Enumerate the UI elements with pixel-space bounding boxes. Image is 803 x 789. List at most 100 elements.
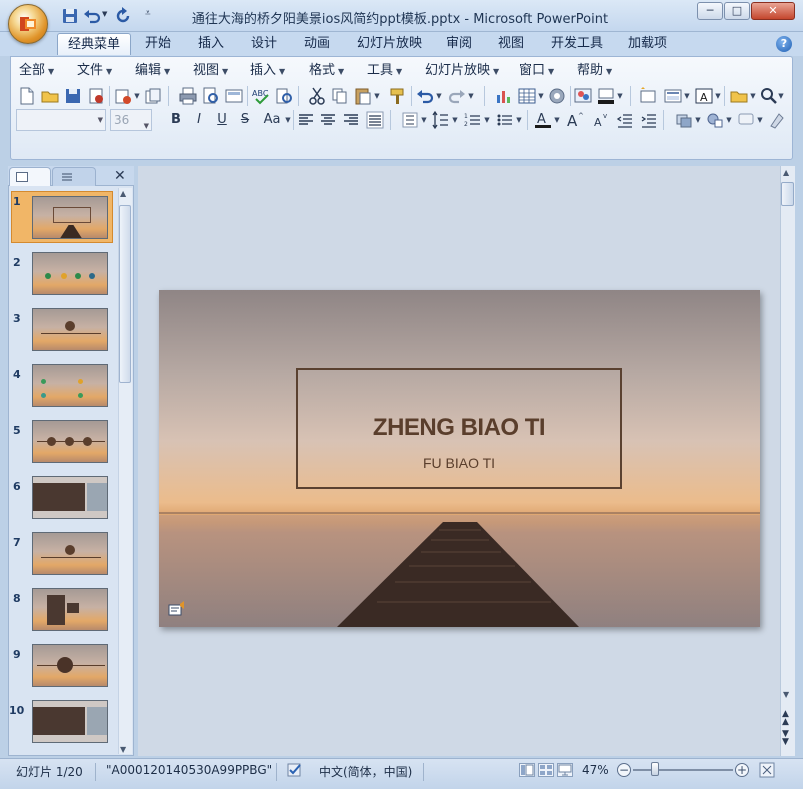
spell-check-status-icon[interactable] — [286, 762, 304, 778]
font-name-select[interactable]: ▼ — [16, 109, 106, 131]
slideshow-button[interactable] — [557, 763, 573, 777]
bulleted-list-dropdown-icon[interactable]: ▼ — [515, 110, 523, 130]
text-box-icon[interactable]: A — [694, 86, 714, 106]
redo-toolbar-icon[interactable] — [447, 86, 467, 106]
redo-toolbar-dropdown-icon[interactable]: ▼ — [467, 86, 475, 106]
save-icon[interactable] — [60, 6, 80, 26]
copy-icon[interactable] — [330, 86, 350, 106]
undo-toolbar-dropdown-icon[interactable]: ▼ — [435, 86, 443, 106]
arrange-icon[interactable] — [674, 110, 694, 130]
paste-icon[interactable] — [353, 86, 373, 106]
tab-design[interactable]: 设计 — [241, 33, 287, 55]
research-icon[interactable] — [274, 86, 294, 106]
menu-edit[interactable]: 编辑 ▼ — [135, 62, 170, 80]
shape-outline-icon[interactable] — [736, 110, 756, 130]
decrease-indent-icon[interactable] — [615, 110, 635, 130]
shape-fill-icon[interactable] — [596, 86, 616, 106]
align-center-icon[interactable] — [318, 110, 338, 130]
numbered-list-icon[interactable]: 12 — [463, 110, 483, 130]
fit-to-window-icon[interactable] — [759, 762, 775, 778]
underline-icon[interactable]: U — [212, 110, 232, 130]
tab-addins[interactable]: 加载项 — [618, 33, 677, 55]
zoom-in-icon[interactable]: + — [735, 763, 749, 777]
quick-styles-icon[interactable] — [705, 110, 725, 130]
shape-effects-icon[interactable] — [767, 110, 787, 130]
menu-tools[interactable]: 工具 ▼ — [367, 62, 402, 80]
scroll-up-icon[interactable]: ▲ — [783, 168, 789, 177]
slide-thumbnail-4[interactable] — [32, 364, 108, 407]
redo-icon[interactable] — [113, 6, 133, 26]
tab-slides[interactable] — [9, 167, 51, 186]
menu-insert[interactable]: 插入 ▼ — [250, 62, 285, 80]
help-icon[interactable]: ? — [776, 36, 792, 52]
zoom-level[interactable]: 47% — [582, 763, 609, 777]
print-preview-icon[interactable] — [201, 86, 221, 106]
change-case-icon[interactable]: Aa — [259, 110, 285, 130]
normal-view-button[interactable] — [519, 763, 535, 777]
permission-icon[interactable] — [86, 86, 106, 106]
print-icon[interactable] — [178, 86, 198, 106]
align-left-icon[interactable] — [296, 110, 316, 130]
tab-slideshow[interactable]: 幻灯片放映 — [347, 33, 432, 55]
slide-canvas[interactable]: ZHENG BIAO TI FU BIAO TI — [159, 290, 760, 627]
customize-qat-icon[interactable]: ⩡ — [145, 8, 151, 19]
quick-styles-dropdown-icon[interactable]: ▼ — [725, 110, 733, 130]
slide-thumbnail-8[interactable] — [32, 588, 108, 631]
minimize-button[interactable]: ─ — [697, 2, 723, 20]
menu-help[interactable]: 帮助 ▼ — [577, 62, 612, 80]
open-file-dropdown-icon[interactable]: ▼ — [749, 86, 757, 106]
bold-icon[interactable]: B — [166, 110, 186, 130]
new-document-icon[interactable] — [17, 86, 37, 106]
shrink-font-icon[interactable]: Av — [590, 110, 610, 130]
close-pane-icon[interactable]: ✕ — [114, 168, 126, 184]
open-folder-icon[interactable] — [40, 86, 60, 106]
office-button[interactable] — [8, 4, 48, 44]
slide-thumbnail-6[interactable] — [32, 476, 108, 519]
tab-view[interactable]: 视图 — [488, 33, 534, 55]
font-color-dropdown-icon[interactable]: ▼ — [553, 110, 561, 130]
justify-icon[interactable] — [365, 110, 385, 130]
title-frame[interactable]: ZHENG BIAO TI FU BIAO TI — [296, 368, 622, 489]
slide-thumbnail-5[interactable] — [32, 420, 108, 463]
slide-thumbnail-9[interactable] — [32, 644, 108, 687]
strikethrough-icon[interactable]: S — [235, 110, 255, 130]
italic-icon[interactable]: I — [189, 110, 209, 130]
zoom-out-icon[interactable]: − — [617, 763, 631, 777]
insert-table-icon[interactable] — [517, 86, 537, 106]
maximize-button[interactable]: □ — [724, 2, 750, 20]
bulleted-list-icon[interactable] — [495, 110, 515, 130]
tab-review[interactable]: 审阅 — [436, 33, 482, 55]
email-dropdown-icon[interactable]: ▼ — [133, 86, 141, 106]
email-icon[interactable] — [113, 86, 133, 106]
zoom-slider-track[interactable] — [633, 769, 733, 771]
slide-sorter-button[interactable] — [538, 763, 554, 777]
audio-icon[interactable] — [168, 599, 188, 617]
menu-format[interactable]: 格式 ▼ — [309, 62, 344, 80]
layout-dropdown-icon[interactable]: ▼ — [683, 86, 691, 106]
slide-thumbnail-1[interactable] — [32, 196, 108, 239]
vertical-scroll-thumb[interactable] — [781, 182, 794, 206]
spelling-icon[interactable]: ABC — [251, 86, 271, 106]
undo-dropdown-icon[interactable]: ▼ — [102, 10, 107, 18]
text-direction-dropdown-icon[interactable]: ▼ — [420, 110, 428, 130]
scroll-down-icon[interactable]: ▼ — [783, 690, 789, 699]
text-box-dropdown-icon[interactable]: ▼ — [714, 86, 722, 106]
grow-font-icon[interactable]: A ^ — [565, 110, 585, 130]
insert-table-dropdown-icon[interactable]: ▼ — [537, 86, 545, 106]
menu-view[interactable]: 视图 ▼ — [193, 62, 228, 80]
save-toolbar-icon[interactable] — [63, 86, 83, 106]
menu-file[interactable]: 文件 ▼ — [77, 62, 112, 80]
slide-thumbnail-7[interactable] — [32, 532, 108, 575]
close-button[interactable]: ✕ — [751, 2, 795, 20]
slide-thumbnail-10[interactable] — [32, 700, 108, 743]
slide-layout-icon[interactable] — [224, 86, 244, 106]
clip-art-icon[interactable] — [547, 86, 567, 106]
slides-pane-scroll-thumb[interactable] — [119, 205, 131, 383]
open-file-icon[interactable] — [729, 86, 749, 106]
print-to-pdf-icon[interactable] — [143, 86, 163, 106]
zoom-slider-knob[interactable] — [651, 762, 659, 776]
slide-thumbnail-2[interactable] — [32, 252, 108, 295]
tab-insert[interactable]: 插入 — [188, 33, 234, 55]
font-color-icon[interactable]: A — [533, 110, 553, 130]
menu-window[interactable]: 窗口 ▼ — [519, 62, 554, 80]
